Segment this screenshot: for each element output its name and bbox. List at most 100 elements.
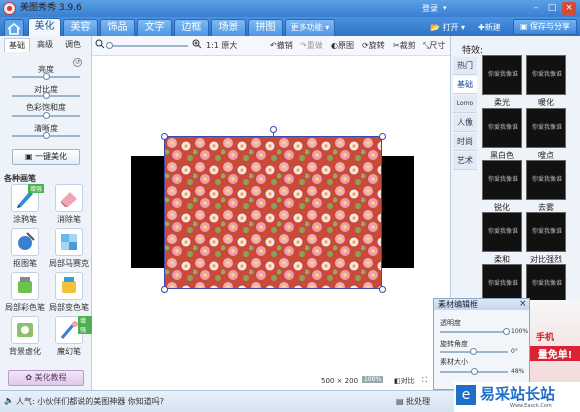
subtab-basic[interactable]: 基础: [4, 38, 30, 52]
brush-magic[interactable]: 增强 魔幻笔: [46, 316, 92, 358]
undo-button[interactable]: ↶撤销: [270, 40, 293, 51]
maximize-button[interactable]: □: [545, 2, 559, 15]
contrast-knob[interactable]: [43, 92, 50, 99]
crop-button[interactable]: ✂裁剪: [393, 40, 416, 51]
handle-top-right[interactable]: [379, 133, 386, 140]
brush-doodle[interactable]: 增强 涂鸦笔: [2, 184, 48, 226]
brush-cutout[interactable]: 抠图笔: [2, 228, 48, 270]
tutorial-button[interactable]: ✿ 美化教程: [8, 370, 84, 386]
handle-bottom-right[interactable]: [379, 286, 386, 293]
tab-beautify[interactable]: 美化: [28, 18, 61, 36]
fx-cat-fashion[interactable]: 时尚: [453, 133, 477, 151]
compare-button[interactable]: ◧对比: [394, 376, 415, 386]
rotate-button[interactable]: ⟳旋转: [362, 40, 385, 51]
plus-icon: ✚: [478, 23, 485, 32]
resize-button[interactable]: ⤡尺寸: [423, 40, 445, 51]
material-dialog-title: 素材编辑框: [434, 299, 529, 310]
brush-recolor[interactable]: 局部变色笔: [46, 272, 92, 314]
ad-banner[interactable]: 手机 量免单!: [530, 300, 580, 390]
open-button[interactable]: 📂 打开 ▾: [430, 20, 465, 35]
redo-button[interactable]: ↷重做: [300, 40, 323, 51]
zoom-in-icon[interactable]: [192, 39, 202, 49]
brightness-knob[interactable]: [43, 73, 50, 80]
transparency-knob[interactable]: [503, 328, 510, 335]
rotation-knob[interactable]: [470, 348, 477, 355]
cutout-pen-icon: [11, 228, 39, 256]
tab-frame[interactable]: 边框: [174, 19, 209, 36]
fx-cat-art[interactable]: 艺术: [453, 152, 477, 170]
size-knob[interactable]: [471, 368, 478, 375]
rotate-icon: ⟳: [362, 41, 369, 50]
more-features-tab[interactable]: 更多功能 ▾: [285, 19, 335, 36]
tutorial-label: 美化教程: [34, 373, 67, 382]
menu-icon[interactable]: ▾: [443, 3, 447, 14]
eraser-icon: [55, 184, 83, 212]
transparency-slider[interactable]: [440, 331, 508, 333]
batch-button[interactable]: ▤ 批处理: [396, 396, 430, 407]
material-close-button[interactable]: ×: [519, 299, 527, 309]
new-button[interactable]: ✚新建: [478, 20, 501, 35]
fx-thumb-caption: 你爱我像谁: [487, 124, 518, 131]
one-key-beautify-button[interactable]: ▣ 一键美化: [12, 149, 80, 165]
zoom-out-icon[interactable]: [95, 39, 105, 49]
status-tip[interactable]: 人气: 小伙伴们都说的美图神器 你知道吗?: [16, 396, 164, 407]
subtab-advanced[interactable]: 高级: [32, 38, 58, 52]
more-features-label: 更多功能: [290, 23, 323, 32]
home-tab[interactable]: [4, 19, 24, 36]
brush-color[interactable]: 局部彩色笔: [2, 272, 48, 314]
login-link[interactable]: 登录: [422, 3, 438, 14]
fx-thumb-caption: 你爱我像谁: [487, 176, 518, 183]
fx-cat-lomo[interactable]: Lomo: [453, 95, 477, 113]
tab-beauty[interactable]: 美容: [63, 19, 98, 36]
subtab-color[interactable]: 调色: [60, 38, 86, 52]
fx-thumb-vignette[interactable]: 你爱我像谁: [526, 108, 566, 148]
eraser-label: 消除笔: [57, 215, 81, 224]
zoom-slider[interactable]: [108, 45, 188, 47]
fx-cat-hot[interactable]: 热门: [453, 57, 477, 75]
brush-eraser[interactable]: 消除笔: [46, 184, 92, 226]
compare-label: 对比: [400, 377, 415, 385]
size-value: 48%: [511, 368, 525, 375]
doodle-label: 涂鸦笔: [13, 215, 37, 224]
fx-thumb-bw[interactable]: 你爱我像谁: [482, 108, 522, 148]
fx-thumb-dehaze[interactable]: 你爱我像谁: [526, 160, 566, 200]
color-pen-icon: [11, 272, 39, 300]
fx-thumb-caption: 你爱我像谁: [531, 228, 562, 235]
fx-thumb-fullcolor[interactable]: 你爱我像谁: [526, 264, 566, 304]
fx-thumb-sharpen[interactable]: 你爱我像谁: [482, 160, 522, 200]
sharpness-knob[interactable]: [43, 132, 50, 139]
tab-scene[interactable]: 场景: [211, 19, 246, 36]
handle-top-left[interactable]: [161, 133, 168, 140]
rotate-handle[interactable]: [270, 126, 277, 133]
zoom-knob[interactable]: [106, 42, 113, 49]
crop-label: 裁剪: [399, 41, 416, 50]
ad-text-2: 量免单!: [530, 346, 580, 361]
fx-cat-portrait[interactable]: 人像: [453, 114, 477, 132]
fx-thumb-caption: 你爱我像谁: [487, 280, 518, 287]
fx-thumb-high-contrast[interactable]: 你爱我像谁: [526, 212, 566, 252]
app-title: 美图秀秀 3.9.6: [20, 3, 82, 13]
tab-text[interactable]: 文字: [137, 19, 172, 36]
minimize-button[interactable]: –: [529, 2, 543, 15]
tab-ornament[interactable]: 饰品: [100, 19, 135, 36]
original-size-button[interactable]: 1:1 原大: [206, 40, 237, 51]
fullscreen-icon[interactable]: ⛶: [422, 376, 427, 385]
fx-label-soft: 柔光: [494, 98, 510, 107]
fx-thumb-warm[interactable]: 你爱我像谁: [526, 55, 566, 95]
save-share-label: 保存与分享: [530, 22, 571, 31]
redo-label: 重做: [306, 41, 323, 50]
fx-cat-basic[interactable]: 基础: [453, 76, 477, 94]
close-button[interactable]: ×: [562, 2, 576, 15]
brush-mosaic[interactable]: 局部马赛克: [46, 228, 92, 270]
original-image-button[interactable]: ◐原图: [331, 40, 354, 51]
save-share-button[interactable]: ▣ 保存与分享: [513, 19, 577, 35]
redo-icon: ↷: [300, 41, 307, 50]
fx-thumb-gentle[interactable]: 你爱我像谁: [482, 212, 522, 252]
saturation-knob[interactable]: [43, 112, 50, 119]
tab-collage[interactable]: 拼图: [248, 19, 283, 36]
brush-blur[interactable]: 背景虚化: [2, 316, 48, 358]
title-bar: [0, 0, 580, 17]
material-photo[interactable]: [164, 136, 382, 289]
fx-thumb-soft[interactable]: 你爱我像谁: [482, 55, 522, 95]
handle-bottom-left[interactable]: [161, 286, 168, 293]
